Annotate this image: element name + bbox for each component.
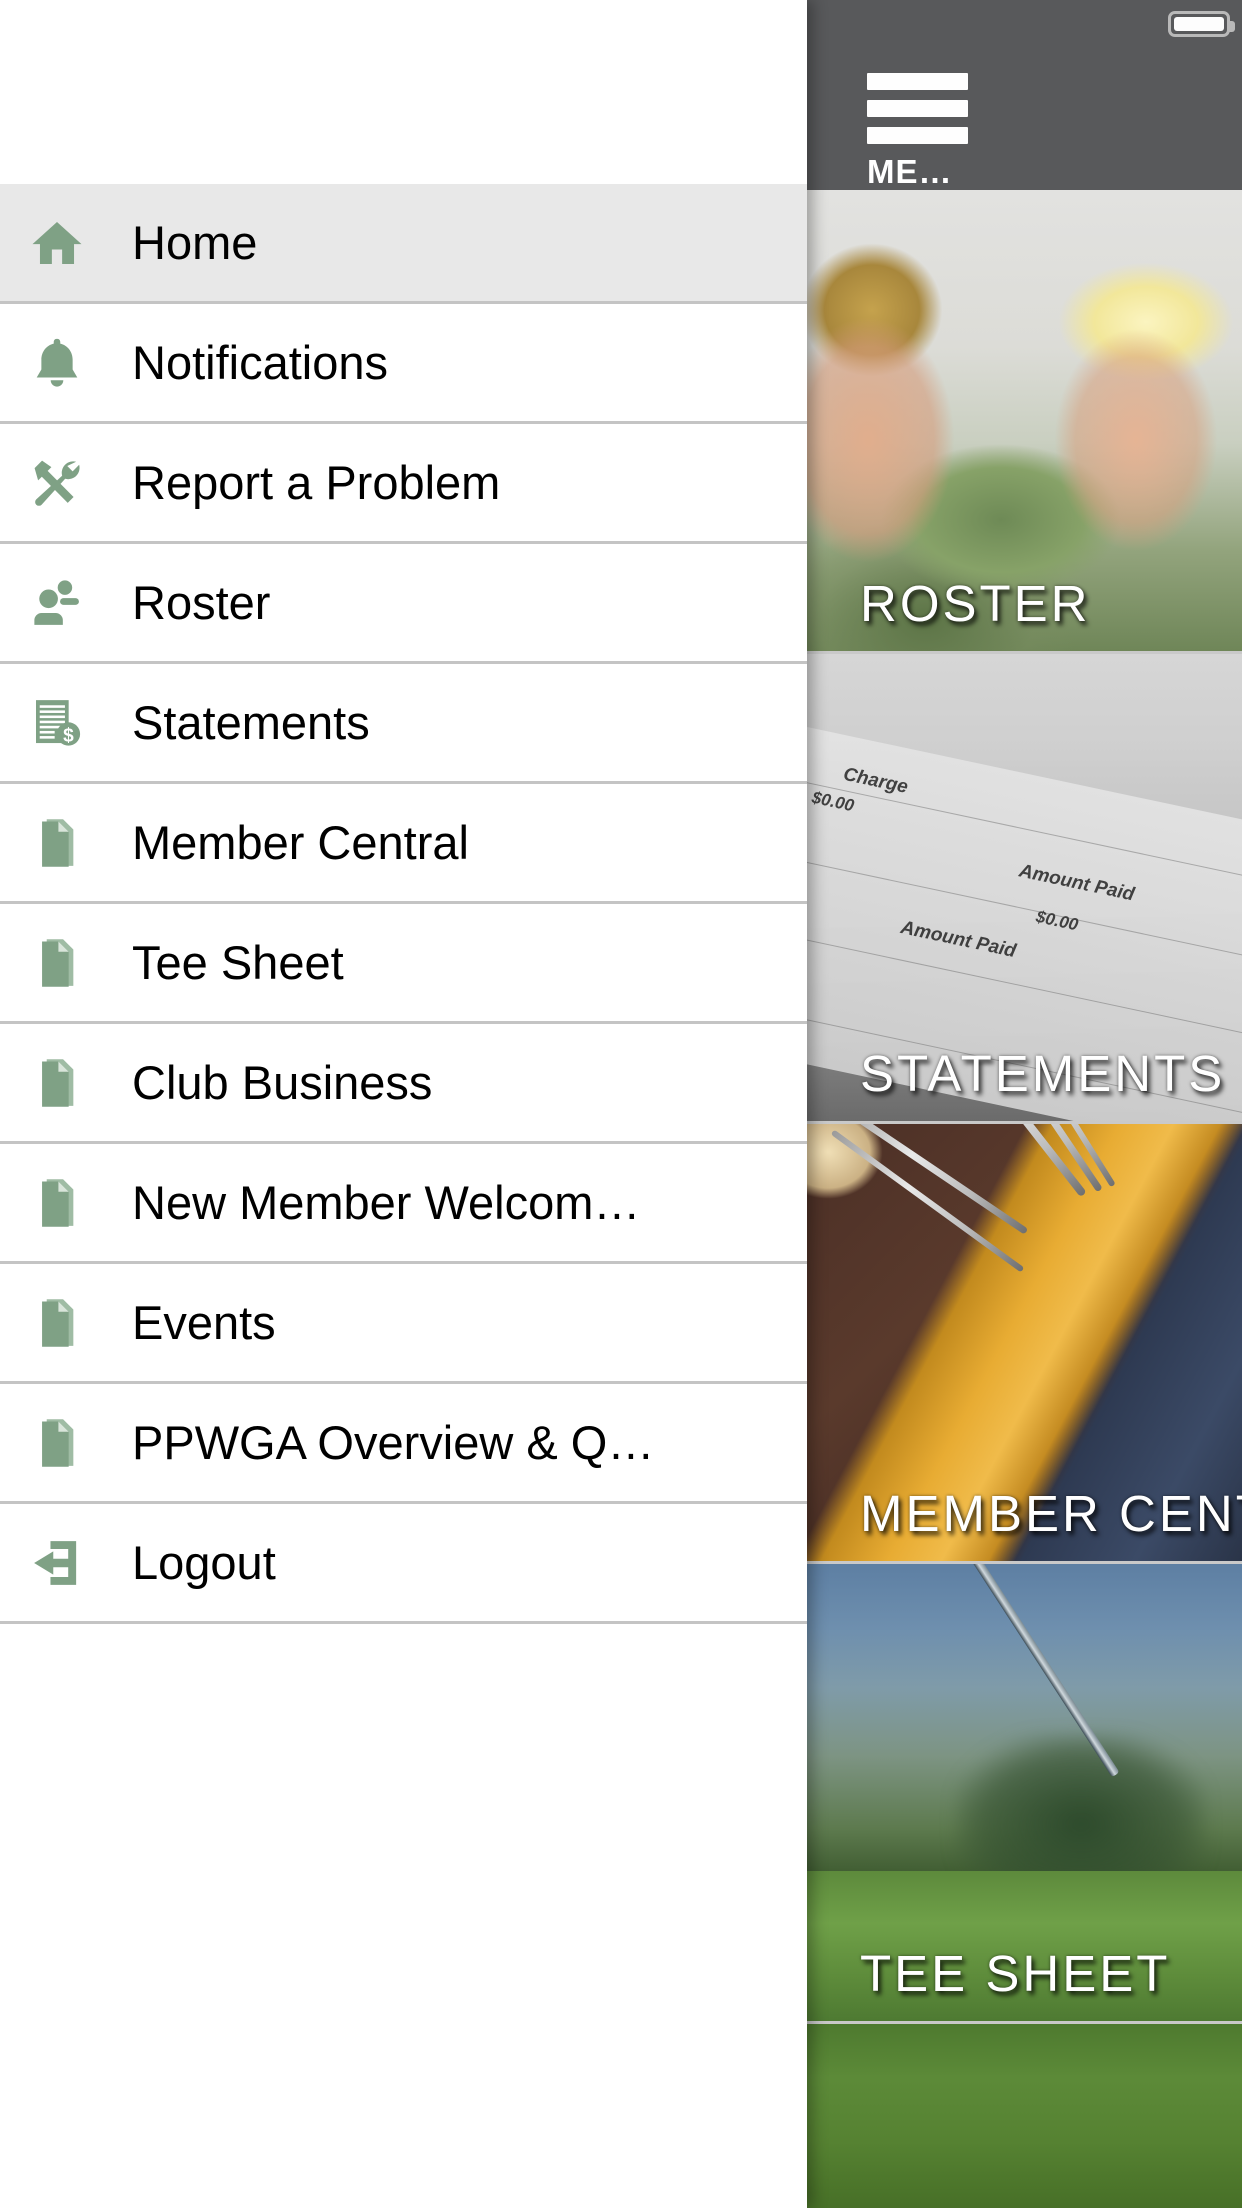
battery-full-icon [1168,11,1235,37]
app-header: MENU [806,48,1242,190]
tile-label: STATEMENTS [860,1045,1226,1102]
sidebar-item-new-member-welcome[interactable]: New Member Welcom… [0,1144,807,1264]
next-tile-photo [806,2024,1242,2208]
tile-label: TEE SHEET [860,1945,1171,2002]
menu-button-label: MENU [867,154,968,190]
statement-amount-paid-2: Amount Paid [898,917,1018,963]
tile-tee-sheet[interactable]: TEE SHEET [806,1564,1242,2024]
sidebar-item-label: Statements [132,696,370,749]
sidebar-item-report-a-problem[interactable]: Report a Problem [0,424,807,544]
app-screen: MENU ROSTER Charge $0.00 Amount Paid $0.… [0,0,1242,2208]
document-icon [27,1053,87,1113]
sidebar-item-statements[interactable]: $ Statements [0,664,807,784]
sidebar-item-member-central[interactable]: Member Central [0,784,807,904]
tools-icon [27,453,87,513]
sidebar-item-tee-sheet[interactable]: Tee Sheet [0,904,807,1024]
app-content-panel: MENU ROSTER Charge $0.00 Amount Paid $0.… [806,0,1242,2208]
drawer-menu-list: Home Notifications Report a Problem Rost… [0,184,807,1624]
sidebar-item-label: PPWGA Overview & Q… [132,1416,655,1469]
bell-icon [27,333,87,393]
sidebar-item-logout[interactable]: Logout [0,1504,807,1624]
invoice-dollar-icon: $ [27,693,87,753]
logout-icon [27,1533,87,1593]
sidebar-item-label: Events [132,1296,276,1349]
sidebar-item-label: Roster [132,576,271,629]
hamburger-menu-icon[interactable]: MENU [867,73,968,190]
tile-label: ROSTER [860,575,1091,632]
tile-member-central[interactable]: MEMBER CENTRAL [806,1124,1242,1564]
sidebar-item-label: Notifications [132,336,388,389]
tile-next-partial[interactable] [806,2024,1242,2208]
sidebar-item-label: Tee Sheet [132,936,344,989]
sidebar-item-roster[interactable]: Roster [0,544,807,664]
sidebar-item-label: Report a Problem [132,456,501,509]
tile-label: MEMBER CENTRAL [860,1485,1242,1542]
navigation-drawer: Home Notifications Report a Problem Rost… [0,0,807,2208]
statement-amount-2: $0.00 [1034,906,1080,935]
sidebar-item-club-business[interactable]: Club Business [0,1024,807,1144]
status-bar [806,0,1242,48]
sidebar-item-notifications[interactable]: Notifications [0,304,807,424]
sidebar-item-label: Club Business [132,1056,433,1109]
tile-list: ROSTER Charge $0.00 Amount Paid Charge $… [806,190,1242,2208]
tile-roster[interactable]: ROSTER [806,190,1242,654]
sidebar-item-ppwga-overview[interactable]: PPWGA Overview & Q… [0,1384,807,1504]
document-icon [27,1293,87,1353]
sidebar-item-label: New Member Welcom… [132,1176,641,1229]
home-icon [27,213,87,273]
people-icon [27,573,87,633]
document-icon [27,1413,87,1473]
sidebar-item-home[interactable]: Home [0,184,807,304]
statement-charge-1: Charge [841,763,910,798]
document-icon [27,1173,87,1233]
document-icon [27,813,87,873]
sidebar-item-events[interactable]: Events [0,1264,807,1384]
sidebar-item-label: Logout [132,1536,276,1589]
sidebar-item-label: Home [132,216,258,269]
document-icon [27,933,87,993]
svg-text:$: $ [63,725,74,746]
sidebar-item-label: Member Central [132,816,469,869]
tile-statements[interactable]: Charge $0.00 Amount Paid Charge $0.00 Am… [806,654,1242,1124]
statement-amount-paid-1: Amount Paid [1017,860,1137,906]
